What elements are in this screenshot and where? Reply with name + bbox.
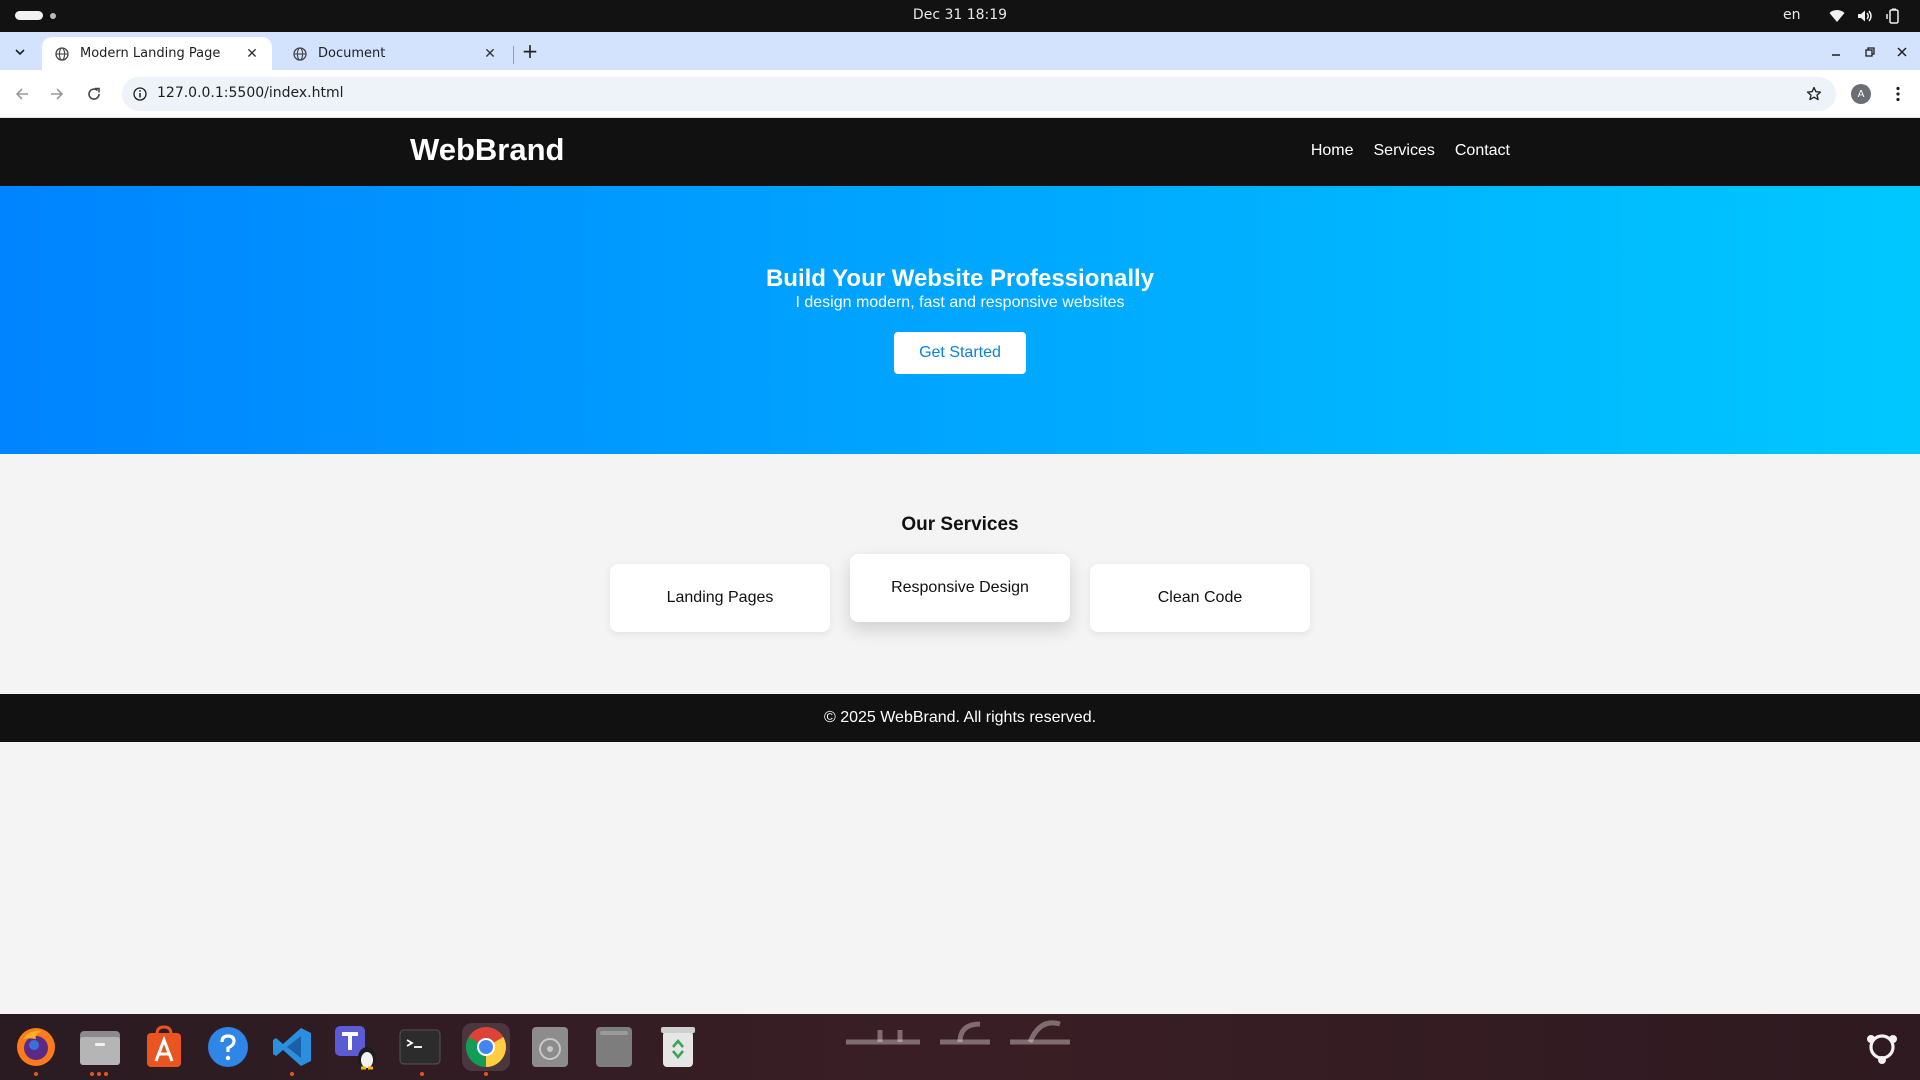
service-card-clean-code[interactable]: Clean Code	[1090, 564, 1310, 632]
arrow-left-icon	[15, 88, 28, 100]
site-info-icon[interactable]	[130, 84, 150, 104]
close-icon	[1897, 47, 1907, 57]
hero-title: Build Your Website Professionally	[765, 265, 1155, 292]
services-heading: Our Services	[901, 514, 1019, 535]
running-indicator	[420, 1072, 424, 1076]
ssd-icon[interactable]	[590, 1023, 638, 1071]
minimize-button[interactable]	[1826, 42, 1846, 62]
tab-title: Document	[318, 46, 386, 61]
nav-link-contact[interactable]: Contact	[1455, 142, 1510, 160]
back-button[interactable]	[10, 82, 34, 106]
hero-section: Build Your Website Professionally I desi…	[0, 186, 1920, 454]
tab-document[interactable]: Document ✕	[280, 37, 510, 70]
web-page-viewport: WebBrand Home Services Contact Build You…	[0, 118, 1920, 1014]
show-apps-ubuntu-icon[interactable]	[1858, 1023, 1906, 1071]
globe-icon	[292, 46, 308, 62]
profile-avatar[interactable]: A	[1851, 84, 1871, 104]
browser-menu-button[interactable]	[1888, 82, 1908, 106]
running-indicator	[484, 1072, 488, 1076]
running-indicator	[90, 1072, 108, 1076]
site-brand-logo[interactable]: WebBrand	[410, 132, 564, 168]
nav-link-services[interactable]: Services	[1374, 142, 1435, 160]
browser-toolbar: 127.0.0.1:5500/index.html A	[0, 70, 1920, 118]
address-bar[interactable]: 127.0.0.1:5500/index.html	[122, 77, 1836, 111]
app-center-icon[interactable]	[140, 1023, 188, 1071]
forward-button[interactable]	[45, 82, 69, 106]
chevron-down-icon	[15, 49, 25, 55]
reload-button[interactable]	[82, 82, 106, 106]
close-tab-icon[interactable]: ✕	[244, 46, 260, 62]
globe-icon	[54, 46, 70, 62]
hero-subtitle: I design modern, fast and responsive web…	[795, 294, 1125, 311]
restore-icon	[1865, 47, 1875, 57]
running-indicator	[290, 1072, 294, 1076]
browser-tab-strip: Modern Landing Page ✕ Document ✕ +	[0, 32, 1920, 70]
disk-icon[interactable]	[526, 1023, 574, 1071]
tab-modern-landing-page[interactable]: Modern Landing Page ✕	[42, 37, 272, 70]
service-card-responsive-design[interactable]: Responsive Design	[850, 554, 1070, 622]
running-indicator	[34, 1072, 38, 1076]
bookmark-star-icon[interactable]	[1804, 84, 1824, 104]
vscode-icon[interactable]	[268, 1023, 316, 1071]
files-icon[interactable]	[76, 1023, 124, 1071]
arrow-right-icon	[51, 88, 64, 100]
input-language[interactable]: en	[1783, 7, 1801, 23]
more-vertical-icon	[1896, 86, 1900, 102]
help-icon[interactable]	[204, 1023, 252, 1071]
nav-link-home[interactable]: Home	[1311, 142, 1354, 160]
terminal-tux-icon[interactable]	[332, 1023, 380, 1071]
system-clock[interactable]: Dec 31 18:19	[0, 7, 1920, 23]
site-header: WebBrand Home Services Contact	[0, 118, 1920, 186]
site-nav: Home Services Contact	[1311, 142, 1510, 160]
reload-icon	[88, 87, 100, 100]
close-window-button[interactable]	[1892, 42, 1912, 62]
tab-search-button[interactable]	[8, 40, 32, 64]
get-started-button[interactable]: Get Started	[894, 332, 1026, 374]
system-top-bar: Dec 31 18:19 en	[0, 0, 1920, 32]
battery-icon	[1884, 7, 1902, 25]
volume-icon	[1856, 7, 1874, 25]
wifi-icon	[1828, 7, 1846, 25]
tab-title: Modern Landing Page	[80, 46, 221, 61]
site-footer: © 2025 WebBrand. All rights reserved.	[0, 694, 1920, 742]
trash-icon[interactable]	[654, 1023, 702, 1071]
chrome-icon[interactable]	[462, 1023, 510, 1071]
new-tab-button[interactable]: +	[519, 39, 541, 63]
url-text[interactable]: 127.0.0.1:5500/index.html	[157, 85, 344, 101]
system-status-area[interactable]	[1828, 7, 1902, 25]
minimize-icon	[1832, 54, 1840, 56]
services-section: Our Services Landing Pages Responsive De…	[0, 454, 1920, 694]
firefox-icon[interactable]	[12, 1023, 60, 1071]
terminal-icon[interactable]	[396, 1023, 444, 1071]
service-card-landing-pages[interactable]: Landing Pages	[610, 564, 830, 632]
close-tab-icon[interactable]: ✕	[482, 46, 498, 62]
tab-separator	[513, 46, 514, 64]
watermark-logo	[846, 1020, 1070, 1045]
restore-button[interactable]	[1860, 42, 1880, 62]
